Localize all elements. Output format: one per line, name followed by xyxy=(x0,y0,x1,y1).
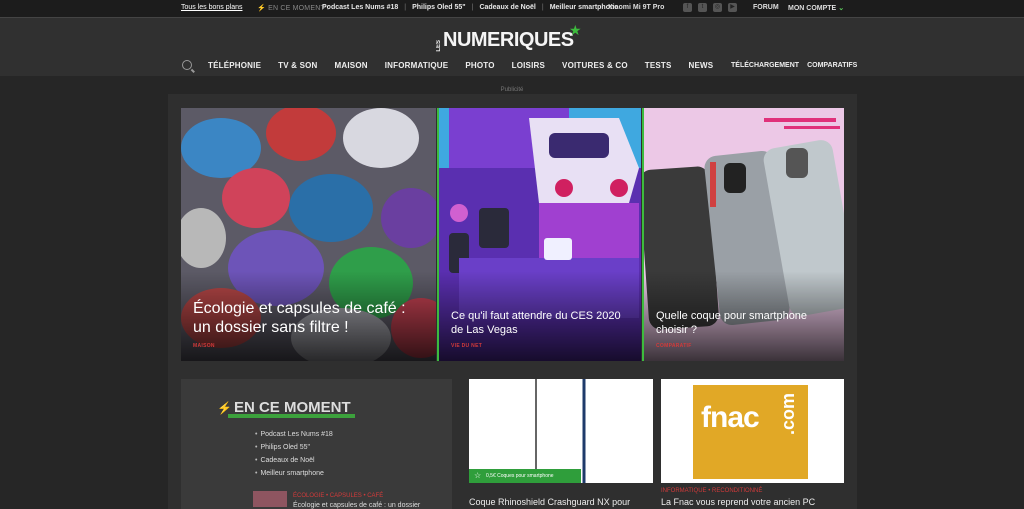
site-header: LES NUMERIQUES ★ TÉLÉPHONIE TV & SON MAI… xyxy=(0,17,1024,76)
top-link-xiaomi[interactable]: Xiaomi Mi 9T Pro xyxy=(608,4,664,11)
top-link-podcast[interactable]: Podcast Les Nums #18 xyxy=(322,4,398,11)
bolt-icon: ⚡ xyxy=(217,401,232,415)
nav-tv-son[interactable]: TV & SON xyxy=(278,61,317,70)
nav-informatique[interactable]: INFORMATIQUE xyxy=(385,61,449,70)
nav-tests[interactable]: TESTS xyxy=(645,61,672,70)
social-links: f t ◎ ▶ xyxy=(683,3,737,12)
forum-link[interactable]: FORUM xyxy=(753,4,779,11)
main-nav: TÉLÉPHONIE TV & SON MAISON INFORMATIQUE … xyxy=(182,60,730,70)
article-card-rhinoshield[interactable]: ☆ 0,5€ Coques pour smartphone Coque Rhino… xyxy=(469,379,653,509)
article-card-fnac[interactable]: fnac .com INFORMATIQUE • RECONDITIONNÉ L… xyxy=(661,379,844,508)
hero-title[interactable]: Quelle coque pour smartphone choisir ? xyxy=(656,309,834,337)
hero-category[interactable]: MAISON xyxy=(193,343,426,349)
moment-list: Podcast Les Nums #18 Philips Oled 55" Ca… xyxy=(255,431,333,483)
card-title[interactable]: Coque Rhinoshield Crashguard NX pour iPh… xyxy=(469,497,653,509)
fnac-image: fnac .com xyxy=(661,379,844,483)
site-logo[interactable]: LES NUMERIQUES ★ xyxy=(436,22,582,52)
nav-telechargement[interactable]: TÉLÉCHARGEMENT xyxy=(731,62,799,69)
hero-title[interactable]: Ce qu'il faut attendre du CES 2020 de La… xyxy=(451,309,631,337)
mini-article-thumbnail[interactable] xyxy=(253,491,287,507)
list-item[interactable]: Podcast Les Nums #18 xyxy=(255,431,332,444)
moment-title: ⚡ EN CE MOMENT xyxy=(217,399,351,416)
secondary-nav: TÉLÉCHARGEMENT COMPARATIFS xyxy=(731,62,857,69)
hero-title[interactable]: Écologie et capsules de café : un dossie… xyxy=(193,299,426,337)
top-link-philips[interactable]: Philips Oled 55" xyxy=(412,4,466,11)
chevron-down-icon: ⌄ xyxy=(838,5,845,12)
card-category[interactable] xyxy=(469,488,653,496)
all-deals-link[interactable]: Tous les bons plans xyxy=(181,4,242,11)
hero-article-coffee[interactable]: Écologie et capsules de café : un dossie… xyxy=(181,108,436,361)
instagram-icon[interactable]: ◎ xyxy=(713,3,722,12)
en-ce-moment-box: ⚡EN CE MOMENT Podcast Les Nums #18 Phili… xyxy=(181,379,452,509)
list-item[interactable]: Philips Oled 55" xyxy=(255,444,333,457)
nav-comparatifs[interactable]: COMPARATIFS xyxy=(807,62,857,69)
card-category[interactable]: INFORMATIQUE • RECONDITIONNÉ xyxy=(661,488,844,496)
mini-article-category[interactable]: ÉCOLOGIE • CAPSULES • CAFÉ xyxy=(293,493,383,499)
hero-article-coque[interactable]: Quelle coque pour smartphone choisir ? C… xyxy=(642,108,844,361)
fnac-logo: fnac .com xyxy=(693,385,808,479)
top-moment-label: ⚡ EN CE MOMENT : xyxy=(257,5,330,12)
hero-category[interactable]: COMPARATIF xyxy=(656,343,834,349)
list-item[interactable]: Meilleur smartphone xyxy=(255,470,333,483)
nav-photo[interactable]: PHOTO xyxy=(465,61,494,70)
search-icon[interactable] xyxy=(182,60,192,70)
hero-article-ces[interactable]: Ce qu'il faut attendre du CES 2020 de La… xyxy=(437,108,641,361)
twitter-icon[interactable]: t xyxy=(698,3,707,12)
nav-loisirs[interactable]: LOISIRS xyxy=(512,61,545,70)
card-title[interactable]: La Fnac vous reprend votre ancien PC xyxy=(661,497,844,508)
list-item[interactable]: Cadeaux de Noël xyxy=(255,457,333,470)
top-link-noel[interactable]: Cadeaux de Noël xyxy=(479,4,535,11)
mini-article-title[interactable]: Écologie et capsules de café : un dossie… xyxy=(293,502,420,509)
ad-label: Publicité xyxy=(500,87,524,93)
logo-star-icon: ★ xyxy=(569,22,582,38)
account-menu[interactable]: MON COMPTE ⌄ xyxy=(788,4,844,12)
category-badge[interactable]: ☆ 0,5€ Coques pour smartphone xyxy=(469,469,581,483)
rhinoshield-image: ☆ 0,5€ Coques pour smartphone xyxy=(469,379,653,483)
hero-category[interactable]: VIE DU NET xyxy=(451,343,631,349)
top-trending-links: Podcast Les Nums #18 | Philips Oled 55" | … xyxy=(322,4,619,11)
nav-voitures[interactable]: VOITURES & CO xyxy=(562,61,628,70)
nav-maison[interactable]: MAISON xyxy=(335,61,368,70)
facebook-icon[interactable]: f xyxy=(683,3,692,12)
bolt-icon: ⚡ xyxy=(257,5,266,12)
top-bar: Tous les bons plans ⚡ EN CE MOMENT : Pod… xyxy=(0,0,1024,17)
nav-news[interactable]: NEWS xyxy=(689,61,714,70)
star-icon: ☆ xyxy=(474,471,482,480)
youtube-icon[interactable]: ▶ xyxy=(728,3,737,12)
nav-telephonie[interactable]: TÉLÉPHONIE xyxy=(208,61,261,70)
